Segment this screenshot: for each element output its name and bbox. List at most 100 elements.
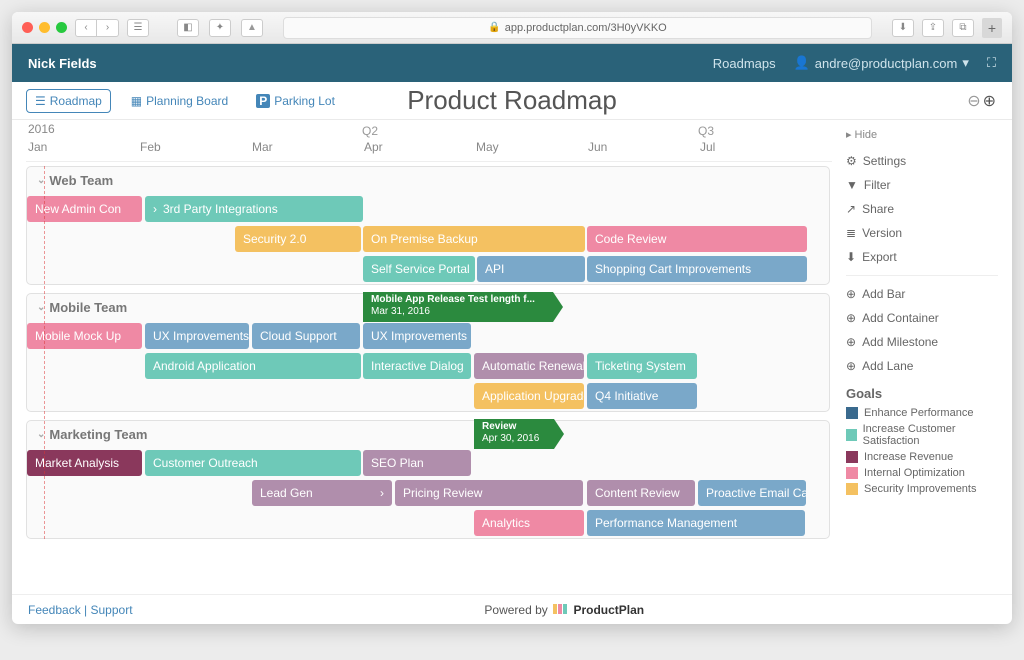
close-icon[interactable]: [22, 22, 33, 33]
tabs-icon[interactable]: ⧉: [952, 19, 974, 37]
sidebar-icon[interactable]: ☰: [127, 19, 149, 37]
tab-planning[interactable]: ▦Planning Board: [123, 90, 236, 112]
username: Nick Fields: [28, 56, 97, 71]
side-settings[interactable]: ⚙Settings: [846, 149, 998, 173]
year-label: 2016: [28, 122, 55, 136]
bar[interactable]: Self Service Portal: [363, 256, 475, 282]
bar[interactable]: SEO Plan: [363, 450, 471, 476]
bar[interactable]: Pricing Review: [395, 480, 583, 506]
lane-mobile: Mobile App Release Test length f... Mar …: [26, 293, 830, 412]
add-bar[interactable]: ⊕Add Bar: [846, 282, 998, 306]
zoom-controls: ⊖ ⊕: [967, 91, 996, 111]
side-export[interactable]: ⬇Export: [846, 245, 998, 269]
milestone[interactable]: Mobile App Release Test length f... Mar …: [363, 292, 553, 322]
new-tab-button[interactable]: +: [982, 18, 1002, 38]
bar[interactable]: Q4 Initiative: [587, 383, 697, 409]
gear-icon: ⚙: [846, 154, 857, 168]
lane-header-web[interactable]: ⌄Web Team: [27, 167, 829, 194]
bar[interactable]: Interactive Dialog: [363, 353, 471, 379]
forward-button[interactable]: ›: [97, 19, 119, 37]
bar[interactable]: Code Review: [587, 226, 807, 252]
zoom-out-icon[interactable]: ⊖: [967, 91, 980, 111]
nav-roadmaps[interactable]: Roadmaps: [713, 56, 776, 71]
board-icon: ▦: [131, 94, 142, 108]
support-link[interactable]: Support: [91, 603, 133, 617]
bar[interactable]: Application Upgrade: [474, 383, 584, 409]
bar[interactable]: Content Review: [587, 480, 695, 506]
q2-label: Q2: [362, 124, 378, 138]
user-icon: 👤: [794, 55, 810, 71]
minimize-icon[interactable]: [39, 22, 50, 33]
download-icon[interactable]: ⬇: [892, 19, 914, 37]
legend-revenue[interactable]: Increase Revenue: [846, 449, 998, 465]
bar[interactable]: API: [477, 256, 585, 282]
zoom-in-icon[interactable]: ⊕: [983, 91, 996, 111]
window-controls: [22, 22, 67, 33]
q3-label: Q3: [698, 124, 714, 138]
legend-satisfaction[interactable]: Increase Customer Satisfaction: [846, 421, 998, 449]
lane-marketing: Review Apr 30, 2016 ⌄Marketing Team Mark…: [26, 420, 830, 539]
add-milestone[interactable]: ⊕Add Milestone: [846, 330, 998, 354]
bar[interactable]: Analytics: [474, 510, 584, 536]
lane-web: ⌄Web Team New Admin Con ›3rd Party Integ…: [26, 166, 830, 285]
goals-heading: Goals: [846, 386, 998, 401]
add-lane[interactable]: ⊕Add Lane: [846, 354, 998, 378]
chevron-down-icon: ▾: [962, 55, 969, 71]
bar[interactable]: On Premise Backup: [363, 226, 585, 252]
bar[interactable]: UX Improvements: [145, 323, 249, 349]
add-container[interactable]: ⊕Add Container: [846, 306, 998, 330]
url-bar[interactable]: 🔒 app.productplan.com/3H0yVKKO: [283, 17, 872, 39]
bar[interactable]: Security 2.0: [235, 226, 361, 252]
today-line: [44, 166, 45, 539]
plus-icon: ⊕: [846, 359, 856, 373]
wand-icon[interactable]: ✦: [209, 19, 231, 37]
bar[interactable]: UX Improvements: [363, 323, 471, 349]
brand-logo: ProductPlan: [551, 603, 644, 617]
bar[interactable]: Android Application: [145, 353, 361, 379]
fullscreen-icon[interactable]: ⛶: [987, 55, 996, 71]
legend-enhance[interactable]: Enhance Performance: [846, 405, 998, 421]
back-forward-group: ‹ ›: [75, 19, 119, 37]
side-panel: ▸Hide ⚙Settings ▼Filter ↗Share ≣Version …: [832, 120, 1012, 594]
bar[interactable]: Automatic Renewal: [474, 353, 584, 379]
maximize-icon[interactable]: [56, 22, 67, 33]
powered-by: Powered by ProductPlan: [133, 603, 996, 617]
side-version[interactable]: ≣Version: [846, 221, 998, 245]
shield-icon[interactable]: ◧: [177, 19, 199, 37]
bar[interactable]: Proactive Email Campaign: [698, 480, 806, 506]
content: 2016 Q2 Q3 Jan Feb Mar Apr May Jun Jul ⌄…: [12, 120, 1012, 594]
tab-roadmap[interactable]: ☰Roadmap: [26, 89, 111, 113]
bar[interactable]: Performance Management: [587, 510, 805, 536]
swatch-icon: [846, 407, 858, 419]
feedback-link[interactable]: Feedback: [28, 603, 81, 617]
hide-panel[interactable]: ▸Hide: [846, 128, 998, 141]
time-axis: 2016 Q2 Q3 Jan Feb Mar Apr May Jun Jul: [26, 120, 832, 162]
lock-icon: 🔒: [488, 22, 500, 33]
legend-internal[interactable]: Internal Optimization: [846, 465, 998, 481]
bar[interactable]: Ticketing System: [587, 353, 697, 379]
bar[interactable]: Cloud Support: [252, 323, 360, 349]
bar[interactable]: Customer Outreach: [145, 450, 361, 476]
legend-security[interactable]: Security Improvements: [846, 481, 998, 497]
timeline: 2016 Q2 Q3 Jan Feb Mar Apr May Jun Jul ⌄…: [12, 120, 832, 594]
side-filter[interactable]: ▼Filter: [846, 173, 998, 197]
milestone[interactable]: Review Apr 30, 2016: [474, 419, 554, 449]
bar[interactable]: Shopping Cart Improvements: [587, 256, 807, 282]
back-button[interactable]: ‹: [75, 19, 97, 37]
side-share[interactable]: ↗Share: [846, 197, 998, 221]
plus-icon: ⊕: [846, 335, 856, 349]
footer: Feedback | Support Powered by ProductPla…: [12, 594, 1012, 624]
app-window: ‹ › ☰ ◧ ✦ ▲ 🔒 app.productplan.com/3H0yVK…: [12, 12, 1012, 624]
bar[interactable]: ›3rd Party Integrations: [145, 196, 363, 222]
warning-icon[interactable]: ▲: [241, 19, 263, 37]
chevron-right-icon: ▸: [846, 128, 852, 141]
swatch-icon: [846, 451, 858, 463]
swatch-icon: [846, 483, 858, 495]
nav-user[interactable]: 👤andre@productplan.com ▾: [794, 55, 969, 71]
share-icon[interactable]: ⇪: [922, 19, 944, 37]
plus-icon: ⊕: [846, 287, 856, 301]
tab-parking[interactable]: PParking Lot: [248, 90, 343, 112]
bar[interactable]: Lead Gen›: [252, 480, 392, 506]
download-icon: ⬇: [846, 250, 856, 264]
lane-header-marketing[interactable]: ⌄Marketing Team: [27, 421, 829, 448]
